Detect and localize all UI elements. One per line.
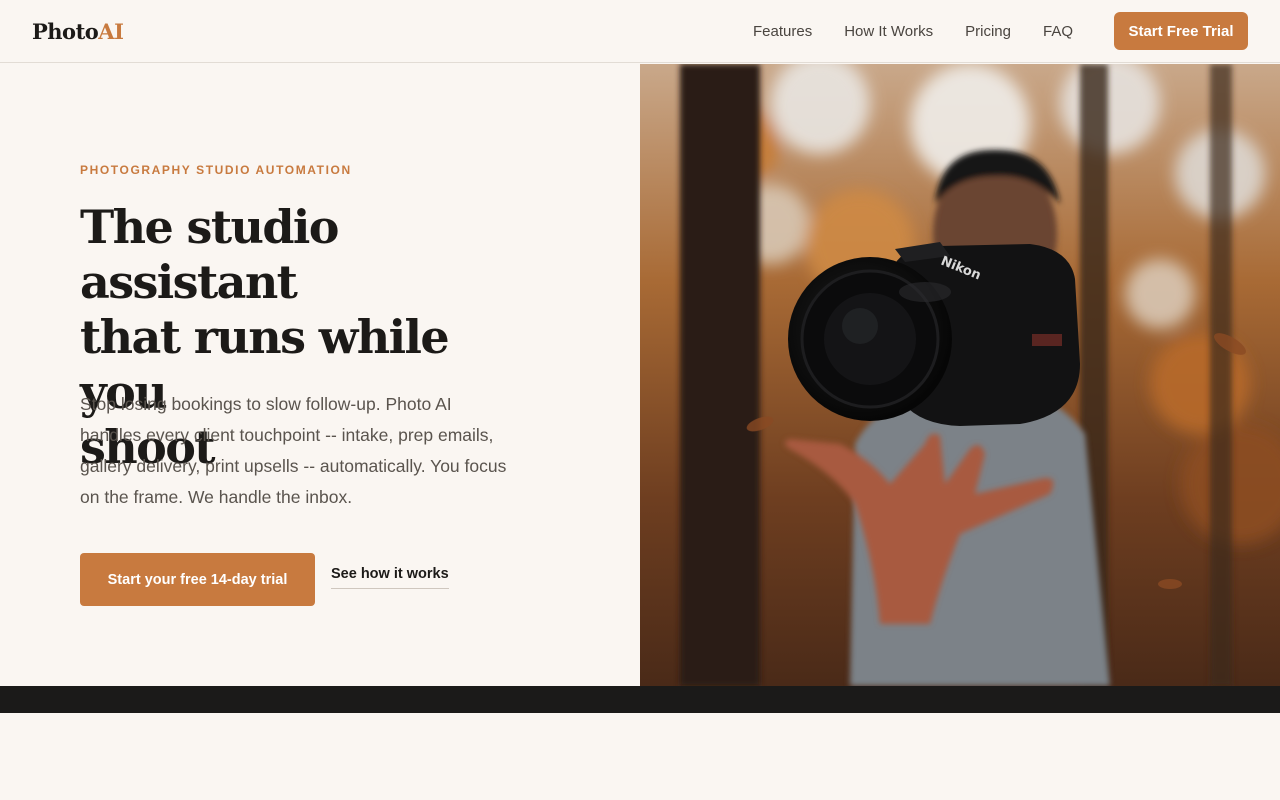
next-section	[0, 713, 1280, 800]
nav-menu: Features How It Works Pricing FAQ Start …	[753, 12, 1248, 50]
nav-link-how-it-works[interactable]: How It Works	[844, 23, 933, 40]
dark-divider-band	[0, 686, 1280, 713]
photographer-throwing-camera-image: Nikon	[640, 64, 1280, 686]
logo[interactable]: PhotoAI	[32, 18, 124, 44]
hero-photo: Nikon	[640, 64, 1280, 686]
hero-description: Stop losing bookings to slow follow-up. …	[80, 394, 507, 507]
nav-link-faq[interactable]: FAQ	[1043, 23, 1073, 40]
headline-line: The studio assistant	[80, 200, 339, 309]
nav-link-features[interactable]: Features	[753, 23, 812, 40]
top-navigation: PhotoAI Features How It Works Pricing FA…	[0, 0, 1280, 63]
see-how-it-works-link[interactable]: See how it works	[331, 566, 449, 589]
start-trial-button[interactable]: Start your free 14-day trial	[80, 553, 315, 606]
logo-text: Photo	[32, 18, 99, 44]
start-free-trial-button[interactable]: Start Free Trial	[1114, 12, 1248, 50]
nav-link-pricing[interactable]: Pricing	[965, 23, 1011, 40]
hero-content: PHOTOGRAPHY STUDIO AUTOMATION The studio…	[0, 64, 640, 686]
hero-eyebrow: PHOTOGRAPHY STUDIO AUTOMATION	[80, 163, 352, 177]
logo-accent: AI	[98, 18, 124, 44]
